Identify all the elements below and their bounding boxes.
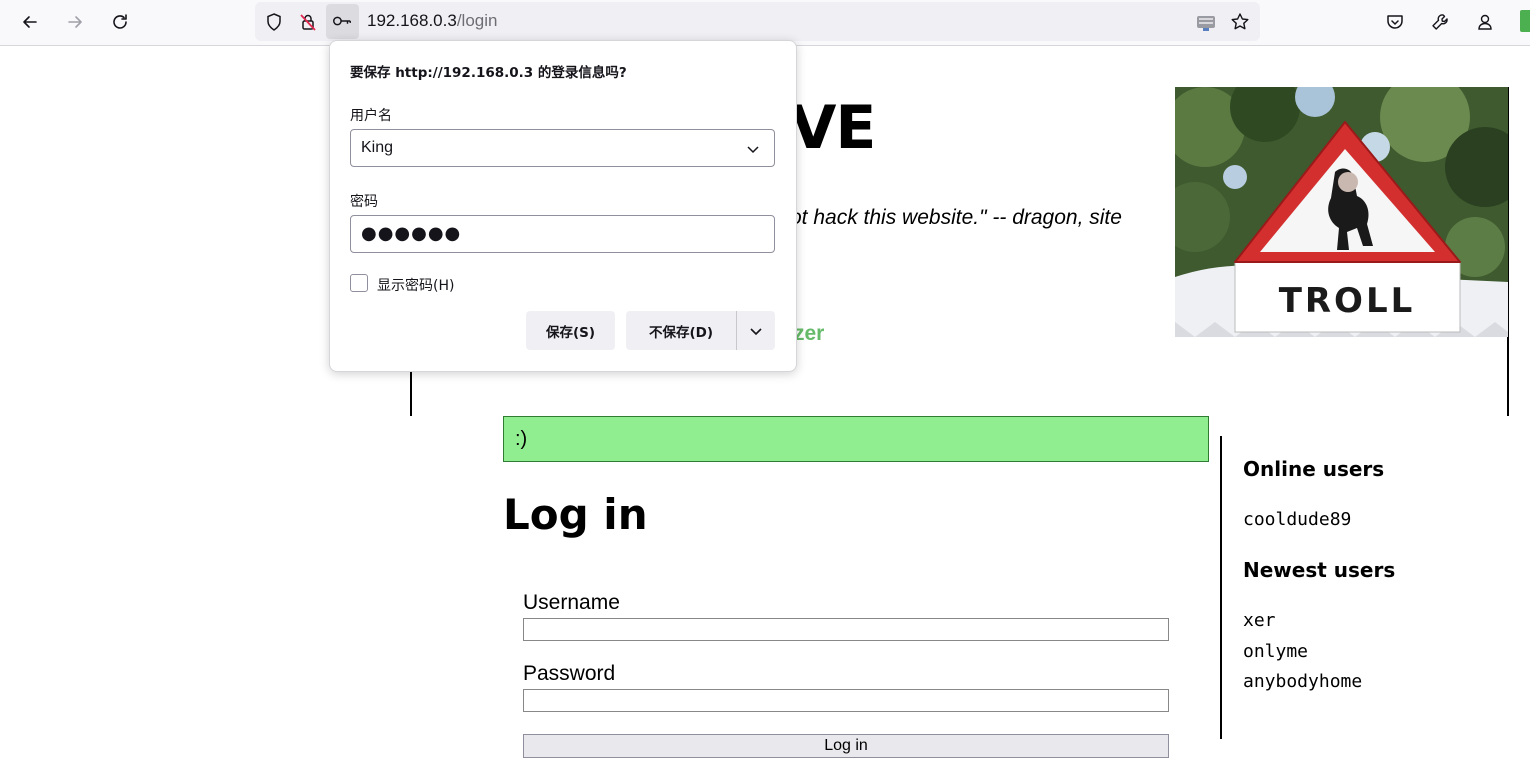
more-options-button[interactable] bbox=[736, 311, 775, 350]
popup-password-value: ●●●●●● bbox=[361, 223, 462, 244]
header-left-border bbox=[410, 370, 412, 416]
back-arrow-icon bbox=[23, 16, 37, 28]
header-link[interactable]: zer bbox=[794, 322, 824, 346]
reload-icon bbox=[113, 14, 127, 29]
popup-username-field[interactable]: King bbox=[350, 129, 775, 167]
password-input[interactable] bbox=[523, 689, 1169, 712]
dont-save-button[interactable]: 不保存(D) bbox=[626, 311, 736, 350]
popup-password-label: 密码 bbox=[350, 194, 378, 210]
username-input[interactable] bbox=[523, 618, 1169, 641]
online-user-item[interactable]: cooldude89 bbox=[1243, 509, 1351, 530]
forward-button[interactable] bbox=[59, 6, 91, 38]
newest-users-title: Newest users bbox=[1243, 558, 1396, 582]
pocket-icon[interactable] bbox=[1383, 10, 1407, 34]
url-host: 192.168.0.3 bbox=[367, 11, 457, 30]
bookmark-star-icon[interactable] bbox=[1229, 11, 1251, 33]
forward-arrow-icon bbox=[68, 16, 82, 28]
login-button[interactable]: Log in bbox=[523, 734, 1169, 758]
sidebar-border bbox=[1220, 436, 1222, 739]
online-users-title: Online users bbox=[1243, 457, 1385, 481]
account-icon[interactable] bbox=[1473, 10, 1497, 34]
reader-view-icon[interactable] bbox=[1195, 11, 1217, 33]
key-icon bbox=[333, 16, 351, 26]
troll-sign-text: TROLL bbox=[1279, 281, 1416, 321]
username-label: Username bbox=[523, 591, 620, 614]
newest-user-item[interactable]: onlyme bbox=[1243, 641, 1308, 662]
url-path: /login bbox=[456, 11, 498, 30]
wrench-icon[interactable] bbox=[1428, 10, 1452, 34]
show-password-checkbox[interactable] bbox=[350, 274, 368, 292]
extension-icon[interactable] bbox=[1520, 10, 1530, 32]
troll-sign-image: TROLL bbox=[1175, 87, 1508, 337]
popup-username-value: King bbox=[361, 139, 394, 156]
url-text[interactable]: 192.168.0.3/login bbox=[367, 11, 497, 31]
url-bar[interactable]: 192.168.0.3/login bbox=[255, 2, 1260, 41]
show-password-label[interactable]: 显示密码(H) bbox=[377, 275, 454, 295]
insecure-lock-icon[interactable] bbox=[297, 11, 319, 33]
back-button[interactable] bbox=[14, 6, 46, 38]
chevron-down-icon[interactable] bbox=[746, 142, 760, 156]
newest-user-item[interactable]: anybodyhome bbox=[1243, 671, 1362, 692]
password-key-button[interactable] bbox=[326, 4, 359, 39]
flash-message: :) bbox=[503, 416, 1209, 462]
save-login-popup: 要保存 http://192.168.0.3 的登录信息吗? 用户名 King … bbox=[329, 40, 797, 372]
reload-button[interactable] bbox=[104, 6, 136, 38]
site-title: VE bbox=[790, 93, 876, 163]
site-quote: ot hack this website." -- dragon, site bbox=[790, 206, 1122, 229]
popup-password-field[interactable]: ●●●●●● bbox=[350, 215, 775, 253]
newest-user-item[interactable]: xer bbox=[1243, 610, 1276, 631]
password-label: Password bbox=[523, 662, 616, 685]
popup-username-label: 用户名 bbox=[350, 108, 392, 124]
login-title: Log in bbox=[503, 490, 648, 539]
tracking-protection-shield-icon[interactable] bbox=[263, 11, 285, 33]
popup-title: 要保存 http://192.168.0.3 的登录信息吗? bbox=[350, 65, 627, 81]
save-button[interactable]: 保存(S) bbox=[526, 311, 615, 350]
chevron-down-icon bbox=[750, 327, 762, 335]
